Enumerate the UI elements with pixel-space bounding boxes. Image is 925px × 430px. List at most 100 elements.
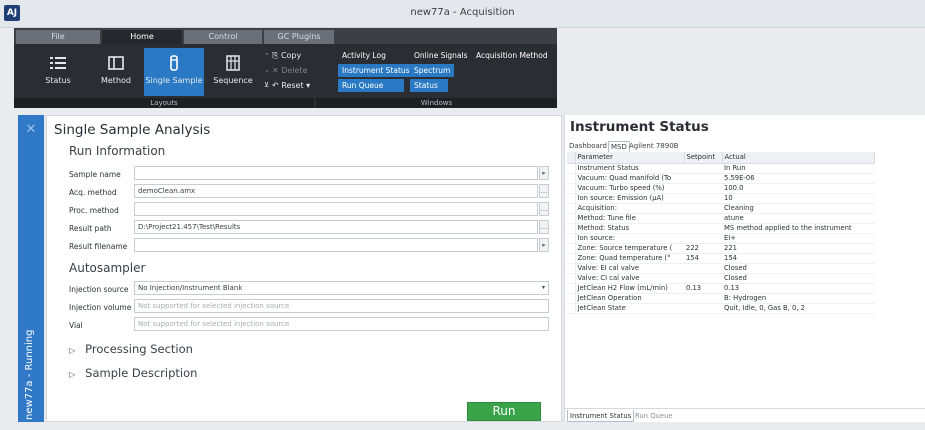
table-row[interactable]: Method: Status MS method applied to the i…	[567, 223, 875, 234]
parameter-cell: JetClean H2 Flow (mL/min)	[575, 283, 684, 294]
table-row[interactable]: JetClean State Quit, Idle, 0, Gas B, 0, 2	[567, 303, 875, 314]
vial-icon	[170, 55, 178, 71]
sample-name-input[interactable]	[134, 166, 538, 180]
result-filename-input[interactable]	[134, 238, 538, 252]
setpoint-cell	[684, 213, 722, 224]
setpoint-column-header[interactable]: Setpoint	[684, 152, 723, 164]
run-information-heading: Run Information	[69, 144, 166, 158]
delete-button[interactable]: ✕ Delete	[272, 64, 308, 77]
tab-home[interactable]: Home	[102, 30, 182, 44]
actual-column-header[interactable]: Actual	[722, 152, 875, 164]
tab-run-queue[interactable]: Run Queue	[633, 410, 675, 422]
online-signals-button[interactable]: Online Signals	[410, 49, 472, 62]
sample-description-expander[interactable]: ▷ Sample Description	[69, 366, 197, 380]
actual-cell: 154	[722, 253, 875, 264]
expand-arrow-icon: ▷	[69, 370, 76, 379]
tab-msd[interactable]: MSD	[608, 141, 630, 152]
table-row[interactable]: Vacuum: Turbo speed (%) 100.0	[567, 183, 875, 194]
layout-single-sample-label: Single Sample	[145, 76, 203, 85]
parameter-cell: JetClean Operation	[575, 293, 684, 304]
tab-gc-plugins[interactable]: GC Plugins	[264, 30, 334, 44]
actual-cell: 100.0	[722, 183, 875, 194]
table-row[interactable]: Zone: Quad temperature (° 154 154	[567, 253, 875, 264]
setpoint-cell	[684, 273, 722, 284]
status-window-button[interactable]: Status	[410, 79, 448, 92]
sample-name-button[interactable]: ▸	[539, 166, 549, 180]
setpoint-cell	[684, 203, 722, 214]
layout-sequence-button[interactable]: Sequence	[210, 48, 256, 96]
row-gutter	[567, 173, 576, 184]
parameter-column-header[interactable]: Parameter	[575, 152, 685, 164]
reset-button[interactable]: ↶ Reset ▾	[272, 79, 310, 92]
setpoint-cell	[684, 193, 722, 204]
table-row[interactable]: JetClean Operation B: Hydrogen	[567, 293, 875, 304]
table-row[interactable]: Zone: Source temperature (222 221	[567, 243, 875, 254]
reset-icon: ↶	[272, 81, 282, 90]
table-row[interactable]: Vacuum: Quad manifold (To 5.59E-06	[567, 173, 875, 184]
result-filename-label: Result filename	[69, 242, 128, 251]
row-gutter	[567, 273, 576, 284]
row-gutter	[567, 243, 576, 254]
layout-status-label: Status	[45, 76, 71, 85]
parameter-cell: Zone: Quad temperature (°	[575, 253, 684, 264]
table-row[interactable]: JetClean H2 Flow (mL/min) 0.13 0.13	[567, 283, 875, 294]
gutter-header	[567, 152, 576, 164]
spectrum-button[interactable]: Spectrum	[410, 64, 455, 77]
tab-instrument-status[interactable]: Instrument Status	[567, 410, 635, 422]
table-row[interactable]: Valve: CI cal valve Closed	[567, 273, 875, 284]
proc-method-browse-button[interactable]: …	[539, 202, 549, 216]
table-row[interactable]: Ion source: EI+	[567, 233, 875, 244]
injection-source-select[interactable]: No Injection/Instrument Blank ▾	[134, 281, 549, 295]
actual-cell: Quit, Idle, 0, Gas B, 0, 2	[722, 303, 875, 314]
actual-cell: 10	[722, 193, 875, 204]
status-table-body: Instrument Status In Run Vacuum: Quad mani…	[567, 163, 875, 314]
result-path-input[interactable]: D:\Project21.457\Test\Results	[134, 220, 538, 234]
running-status-strip: ✕ new77a - Running	[18, 115, 44, 422]
proc-method-input[interactable]	[134, 202, 538, 216]
setpoint-cell: 222	[684, 243, 722, 254]
table-row[interactable]: Method: Tune file atune	[567, 213, 875, 224]
result-path-browse-button[interactable]: …	[539, 220, 549, 234]
setpoint-cell	[684, 293, 722, 304]
actual-cell: Closed	[722, 273, 875, 284]
page-title: Single Sample Analysis	[54, 122, 211, 138]
copy-button[interactable]: ⎘ Copy	[272, 49, 301, 62]
chevron-up-icon: ⌃	[264, 52, 270, 60]
tab-dashboard[interactable]: Dashboard	[569, 141, 607, 152]
injection-volume-input[interactable]: Not supported for selected injection sou…	[134, 299, 549, 313]
acq-method-browse-button[interactable]: …	[539, 184, 549, 198]
acquisition-method-button[interactable]: Acquisition Method	[472, 49, 552, 62]
tab-file[interactable]: File	[16, 30, 100, 44]
delete-icon: ✕	[272, 66, 282, 75]
actual-cell: EI+	[722, 233, 875, 244]
instrument-status-button[interactable]: Instrument Status	[338, 64, 414, 77]
setpoint-cell	[684, 183, 722, 194]
result-filename-button[interactable]: ▸	[539, 238, 549, 252]
tab-agilent-7890b[interactable]: Agilent 7890B	[629, 141, 678, 152]
table-row[interactable]: Ion source: Emission (µA) 10	[567, 193, 875, 204]
instrument-status-title: Instrument Status	[570, 119, 709, 135]
result-path-label: Result path	[69, 224, 112, 233]
tab-control[interactable]: Control	[184, 30, 262, 44]
acq-method-input[interactable]: demoClean.amx	[134, 184, 538, 198]
run-queue-button[interactable]: Run Queue	[338, 79, 404, 92]
layout-status-button[interactable]: Status	[40, 48, 76, 96]
table-row[interactable]: Instrument Status In Run	[567, 163, 875, 174]
actual-cell: atune	[722, 213, 875, 224]
activity-log-button[interactable]: Activity Log	[338, 49, 390, 62]
processing-section-expander[interactable]: ▷ Processing Section	[69, 342, 193, 356]
run-button[interactable]: Run	[467, 402, 541, 421]
table-row[interactable]: Valve: EI cal valve Closed	[567, 263, 875, 274]
layout-method-button[interactable]: Method	[96, 48, 136, 96]
layout-single-sample-button[interactable]: Single Sample	[144, 48, 204, 96]
setpoint-cell: 0.13	[684, 283, 722, 294]
row-gutter	[567, 303, 576, 314]
sequence-icon	[226, 55, 240, 71]
vial-input[interactable]: Not supported for selected injection sou…	[134, 317, 549, 331]
actual-cell: 5.59E-06	[722, 173, 875, 184]
close-icon[interactable]: ✕	[24, 123, 38, 137]
setpoint-cell	[684, 303, 722, 314]
list-icon	[50, 57, 66, 69]
parameter-cell: Ion source: Emission (µA)	[575, 193, 684, 204]
table-row[interactable]: Acquisition: Cleaning	[567, 203, 875, 214]
